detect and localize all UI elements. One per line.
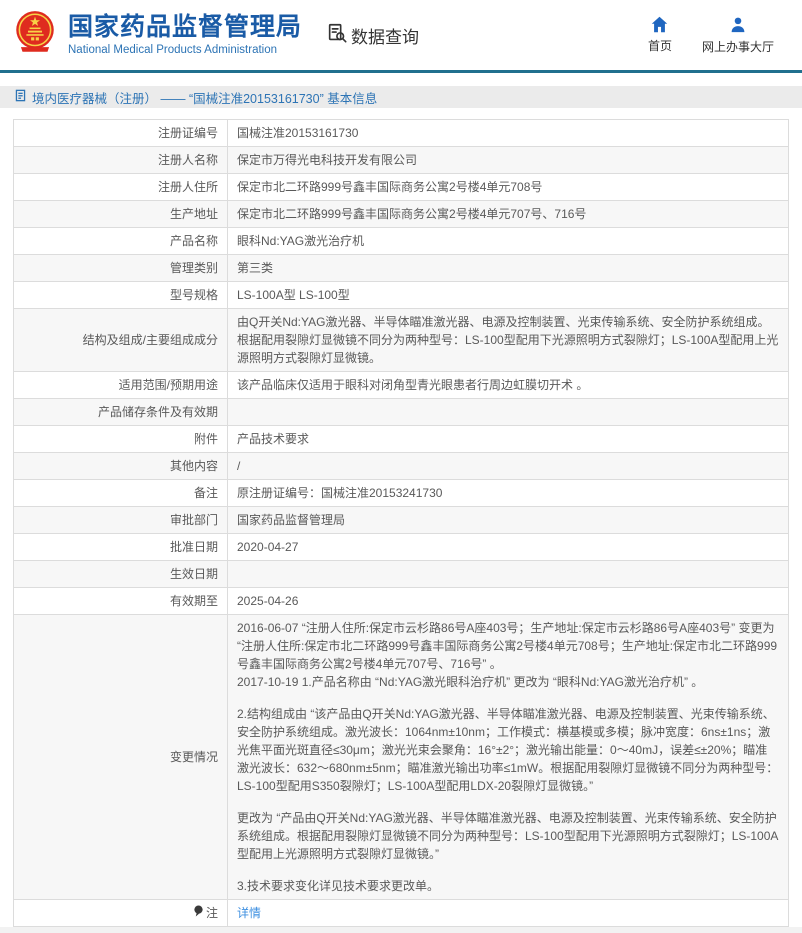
row-label: 生产地址 — [14, 201, 228, 228]
table-row-note: 注 详情 — [14, 900, 789, 927]
table-row: 型号规格 LS-100A型 LS-100型 — [14, 282, 789, 309]
row-value: 由Q开关Nd:YAG激光器、半导体瞄准激光器、电源及控制装置、光束传输系统、安全… — [228, 309, 789, 372]
row-label: 管理类别 — [14, 255, 228, 282]
site-title: 国家药品监督管理局 — [68, 14, 302, 42]
row-value: / — [228, 453, 789, 480]
row-value — [228, 561, 789, 588]
row-value: 国家药品监督管理局 — [228, 507, 789, 534]
document-search-icon — [326, 22, 348, 49]
table-row: 适用范围/预期用途 该产品临床仅适用于眼科对闭角型青光眼患者行周边虹膜切开术 。 — [14, 372, 789, 399]
data-query-label: 数据查询 — [351, 23, 419, 48]
row-label: 其他内容 — [14, 453, 228, 480]
table-row: 注册证编号 国械注准20153161730 — [14, 120, 789, 147]
national-emblem-icon — [10, 9, 60, 62]
table-row: 备注 原注册证编号：国械注准20153241730 — [14, 480, 789, 507]
row-label: 备注 — [14, 480, 228, 507]
table-row: 有效期至 2025-04-26 — [14, 588, 789, 615]
row-label: 注册证编号 — [14, 120, 228, 147]
data-query-section[interactable]: 数据查询 — [326, 22, 419, 49]
row-value: 详情 — [228, 900, 789, 927]
table-row: 产品名称 眼科Nd:YAG激光治疗机 — [14, 228, 789, 255]
breadcrumb: 境内医疗器械（注册） —— “国械注准20153161730” 基本信息 — [0, 86, 802, 108]
row-label: 适用范围/预期用途 — [14, 372, 228, 399]
table-row: 注册人住所 保定市北二环路999号鑫丰国际商务公寓2号楼4单元708号 — [14, 174, 789, 201]
row-value: 第三类 — [228, 255, 789, 282]
details-link[interactable]: 详情 — [237, 906, 261, 920]
change-paragraph: 2017-10-19 1.产品名称由 “Nd:YAG激光眼科治疗机” 更改为 “… — [237, 673, 779, 691]
nav-item-service-hall[interactable]: 网上办事大厅 — [702, 16, 774, 55]
row-value: LS-100A型 LS-100型 — [228, 282, 789, 309]
row-value: 保定市万得光电科技开发有限公司 — [228, 147, 789, 174]
row-label: 批准日期 — [14, 534, 228, 561]
row-label: 有效期至 — [14, 588, 228, 615]
nav-item-label: 网上办事大厅 — [702, 38, 774, 55]
row-value: 保定市北二环路999号鑫丰国际商务公寓2号楼4单元707号、716号 — [228, 201, 789, 228]
row-label: 型号规格 — [14, 282, 228, 309]
user-icon — [729, 16, 747, 34]
top-nav: 首页 网上办事大厅 — [648, 16, 774, 55]
row-label: 产品名称 — [14, 228, 228, 255]
row-label: 变更情况 — [14, 615, 228, 900]
nav-item-home[interactable]: 首页 — [648, 16, 672, 55]
row-label: 审批部门 — [14, 507, 228, 534]
change-paragraph: 2016-06-07 “注册人住所:保定市云杉路86号A座403号；生产地址:保… — [237, 619, 779, 673]
row-value — [228, 399, 789, 426]
row-label: 注册人住所 — [14, 174, 228, 201]
table-row: 管理类别 第三类 — [14, 255, 789, 282]
row-label: 注册人名称 — [14, 147, 228, 174]
change-history-value: 2016-06-07 “注册人住所:保定市云杉路86号A座403号；生产地址:保… — [228, 615, 789, 900]
row-label: 产品储存条件及有效期 — [14, 399, 228, 426]
row-label: 注 — [14, 900, 228, 927]
table-row: 产品储存条件及有效期 — [14, 399, 789, 426]
table-row: 审批部门 国家药品监督管理局 — [14, 507, 789, 534]
row-value: 保定市北二环路999号鑫丰国际商务公寓2号楼4单元708号 — [228, 174, 789, 201]
table-row: 其他内容 / — [14, 453, 789, 480]
row-label: 生效日期 — [14, 561, 228, 588]
row-value: 2025-04-26 — [228, 588, 789, 615]
row-value: 国械注准20153161730 — [228, 120, 789, 147]
header-divider — [0, 70, 802, 73]
change-paragraph: 2.结构组成由 “该产品由Q开关Nd:YAG激光器、半导体瞄准激光器、电源及控制… — [237, 705, 779, 795]
site-header: 国家药品监督管理局 National Medical Products Admi… — [0, 0, 802, 70]
main-content: 注册证编号 国械注准20153161730 注册人名称 保定市万得光电科技开发有… — [0, 108, 802, 927]
table-row-change-history: 变更情况 2016-06-07 “注册人住所:保定市云杉路86号A座403号；生… — [14, 615, 789, 900]
table-row: 结构及组成/主要组成成分 由Q开关Nd:YAG激光器、半导体瞄准激光器、电源及控… — [14, 309, 789, 372]
page-icon — [14, 89, 27, 105]
nav-item-label: 首页 — [648, 37, 672, 54]
change-paragraph: 3.技术要求变化详见技术要求更改单。 — [237, 877, 779, 895]
page-bottom-strip — [0, 927, 802, 933]
row-label: 附件 — [14, 426, 228, 453]
table-row: 注册人名称 保定市万得光电科技开发有限公司 — [14, 147, 789, 174]
home-icon — [650, 16, 669, 33]
change-paragraph: 更改为 “产品由Q开关Nd:YAG激光器、半导体瞄准激光器、电源及控制装置、光束… — [237, 809, 779, 863]
site-logo: 国家药品监督管理局 National Medical Products Admi… — [10, 9, 302, 62]
table-row: 附件 产品技术要求 — [14, 426, 789, 453]
row-label: 结构及组成/主要组成成分 — [14, 309, 228, 372]
breadcrumb-text: 境内医疗器械（注册） —— “国械注准20153161730” 基本信息 — [32, 88, 377, 107]
registration-info-table: 注册证编号 国械注准20153161730 注册人名称 保定市万得光电科技开发有… — [13, 119, 789, 927]
table-row: 生产地址 保定市北二环路999号鑫丰国际商务公寓2号楼4单元707号、716号 — [14, 201, 789, 228]
note-icon — [193, 904, 204, 922]
row-value: 产品技术要求 — [228, 426, 789, 453]
site-subtitle: National Medical Products Administration — [68, 44, 302, 56]
row-value: 眼科Nd:YAG激光治疗机 — [228, 228, 789, 255]
row-value: 原注册证编号：国械注准20153241730 — [228, 480, 789, 507]
row-value: 2020-04-27 — [228, 534, 789, 561]
table-row: 批准日期 2020-04-27 — [14, 534, 789, 561]
row-value: 该产品临床仅适用于眼科对闭角型青光眼患者行周边虹膜切开术 。 — [228, 372, 789, 399]
table-row: 生效日期 — [14, 561, 789, 588]
